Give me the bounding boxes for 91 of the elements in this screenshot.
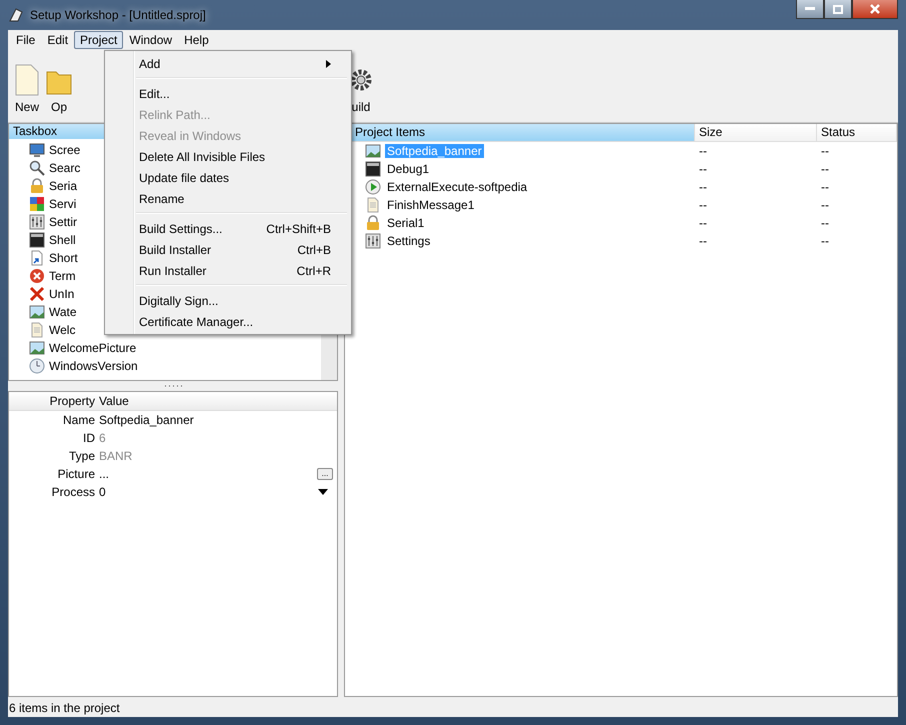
size-cell: -- [699,216,707,230]
play-icon [365,179,381,195]
menu-item[interactable]: Window [123,31,178,49]
property-value[interactable]: ... [99,467,317,481]
sliders-icon [29,214,45,230]
property-name: Type [68,449,96,463]
menu-entry[interactable]: Build Installer Ctrl+B [107,239,349,260]
property-name: Picture [56,467,96,481]
image-icon [29,304,45,320]
menu-entry[interactable]: Edit... [107,83,349,104]
status-cell: -- [821,162,829,176]
item-label[interactable]: Serial1 [385,216,426,230]
property-name: Process [50,485,96,499]
dropdown-arrow-icon[interactable] [317,488,329,496]
item-label[interactable]: FinishMessage1 [385,198,476,212]
column-header: Value [99,394,130,408]
size-cell: -- [699,180,707,194]
column-header[interactable]: Size [695,124,817,142]
window-title: Setup Workshop - [Untitled.sproj] [30,8,206,22]
task-item[interactable]: Scree [49,143,80,157]
close-icon [869,4,881,14]
image-icon [365,143,381,159]
task-item[interactable]: Short [49,251,78,265]
task-item[interactable]: Term [49,269,76,283]
menu-entry[interactable]: Delete All Invisible Files [107,146,349,167]
menu-entry[interactable]: Build Settings... Ctrl+Shift+B [107,218,349,239]
task-item[interactable]: Wate [49,305,77,319]
padlock-icon [29,178,45,194]
menu-item[interactable]: File [10,31,42,49]
status-cell: -- [821,198,829,212]
size-cell: -- [699,198,707,212]
menu-entry[interactable]: Certificate Manager... [107,311,349,332]
status-cell: -- [821,180,829,194]
menu-item[interactable]: Help [178,31,215,49]
column-header[interactable]: Status [817,124,897,142]
property-name: ID [82,431,96,445]
browse-button[interactable]: ... [317,468,333,480]
console-icon [365,161,381,177]
minimize-button[interactable] [796,0,824,19]
menu-entry[interactable]: Digitally Sign... [107,290,349,311]
item-label[interactable]: Settings [385,234,432,248]
minimize-icon [805,7,815,11]
monitor-icon [29,142,45,158]
toolbar-button[interactable]: New [14,64,40,114]
status-cell: -- [821,144,829,158]
console-icon [29,232,45,248]
menu-item[interactable]: Edit [41,31,74,49]
status-cell: -- [821,234,829,248]
property-value[interactable]: 0 [99,485,317,499]
puzzle-icon [29,196,45,212]
item-label[interactable]: Debug1 [385,162,432,176]
task-item[interactable]: WindowsVersion [49,359,138,373]
app-icon [8,7,24,23]
size-cell: -- [699,234,707,248]
task-item[interactable]: Searc [49,161,80,175]
sliders-icon [365,233,381,249]
shortcut-icon [29,250,45,266]
stop-icon [29,268,45,284]
task-item[interactable]: UnIn [49,287,74,301]
close-button[interactable] [852,0,898,19]
status-text: 6 items in the project [8,700,121,717]
padlock-icon [365,215,381,231]
task-item[interactable]: Settir [49,215,78,229]
clock-icon [29,358,45,374]
menu-entry[interactable]: Add [107,53,349,74]
menu-entry[interactable]: Update file dates [107,167,349,188]
task-item[interactable]: Seria [49,179,78,193]
menu-entry[interactable]: Run Installer Ctrl+R [107,260,349,281]
menu-entry[interactable]: Rename [107,188,349,209]
property-name: Name [62,413,96,427]
size-cell: -- [699,162,707,176]
task-item[interactable]: Servi [49,197,76,211]
menu-item[interactable]: Project [74,31,124,49]
image-icon [29,340,45,356]
document-icon [29,322,45,338]
task-item[interactable]: WelcomePicture [49,341,136,355]
search-icon [29,160,45,176]
status-cell: -- [821,216,829,230]
property-value[interactable]: Softpedia_banner [99,413,317,427]
column-header: Property [48,394,96,408]
maximize-button[interactable] [824,0,852,19]
task-item[interactable]: Welc [49,323,76,337]
maximize-icon [833,4,843,14]
task-item[interactable]: Shell [49,233,76,247]
toolbar-button[interactable]: uild [348,64,374,114]
size-cell: -- [699,144,707,158]
document-icon [365,197,381,213]
cross-icon [29,286,45,302]
file-icon [14,64,40,96]
item-label[interactable]: ExternalExecute-softpedia [385,180,530,194]
toolbar-button[interactable]: Op [46,64,72,114]
